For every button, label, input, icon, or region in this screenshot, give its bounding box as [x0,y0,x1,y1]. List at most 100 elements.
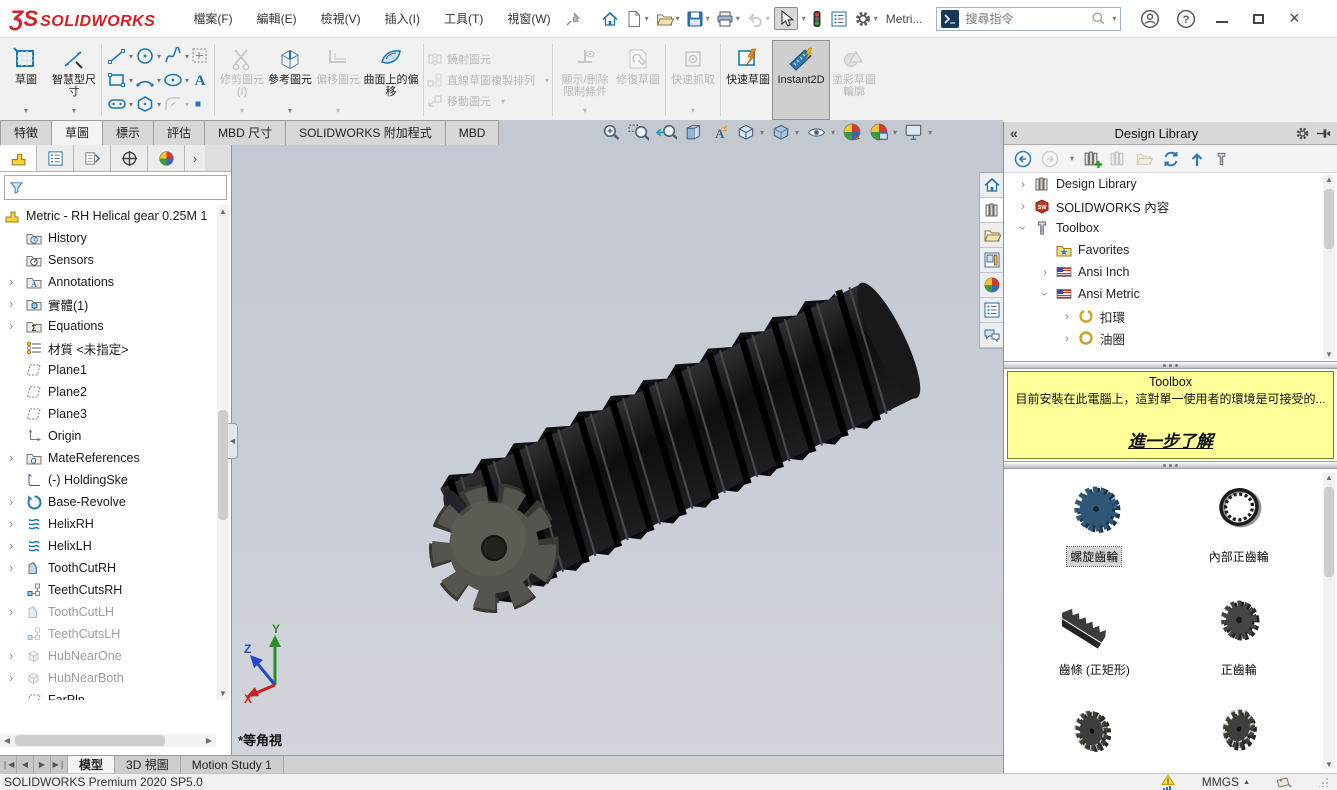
search-options-caret[interactable]: ▾ [1112,14,1116,23]
tree-root[interactable]: Metric - RH Helical gear 0.25M 1 [0,205,216,227]
zoom-to-area-icon[interactable] [628,123,649,142]
interference-traffic-light-icon[interactable] [808,7,826,31]
dl-item-o-rings[interactable]: › 油圈 [1004,327,1337,349]
toolbox-item-bevel-gear[interactable]: 直斜 (齒輪) [1022,701,1167,773]
view-orientation-icon[interactable]: ▾ [736,122,764,142]
menu-view[interactable]: 檢視(V) [311,4,371,33]
toolbox-item-spur-gear[interactable]: 正齒輪 [1167,588,1312,679]
expand-arrow-icon[interactable]: › [9,671,13,684]
tree-item-material[interactable]: 材質 <未指定> [0,337,216,359]
edit-appearance-icon[interactable] [842,122,862,142]
quick-snaps-button[interactable]: 快速抓取 ▾ [669,40,717,120]
prev-tab-icon[interactable]: ◀ [17,756,34,773]
tree-item-helixrh[interactable]: › HelixRH [0,513,216,535]
back-icon[interactable] [1014,150,1032,168]
last-tab-icon[interactable]: ▶❘ [51,756,68,773]
view-palette-icon[interactable] [980,248,1003,273]
part-tree-tab[interactable] [0,145,37,171]
first-tab-icon[interactable]: ❘◀ [0,756,17,773]
pane-settings-gear-icon[interactable] [1295,126,1310,141]
menu-window[interactable]: 視窗(W) [497,4,560,33]
expand-arrow-icon[interactable]: › [9,451,13,464]
expand-arrow-icon[interactable]: › [9,561,13,574]
toolbox-icon[interactable] [1214,151,1229,167]
tree-item-equations[interactable]: › Equations [0,315,216,337]
tab-evaluate[interactable]: 評估 [153,120,206,145]
collapse-pane-icon[interactable]: « [1010,125,1018,141]
pane-pin-icon[interactable] [1316,127,1331,140]
rapid-sketch-button[interactable]: 快速草圖 [724,40,772,120]
up-icon[interactable] [1189,150,1205,168]
appearances-icon[interactable] [980,273,1003,298]
thumbnails-scrollbar[interactable]: ▲ ▼ [1323,473,1335,769]
dl-item-toolbox[interactable]: › Toolbox [1004,217,1337,239]
tab-sketch[interactable]: 草圖 [51,120,104,145]
menu-file[interactable]: 檔案(F) [183,4,242,33]
search-icon[interactable] [1091,11,1106,26]
expand-arrow-icon[interactable]: › [9,517,13,530]
toolbox-item-internal-spur-gear[interactable]: 內部正齒輪 [1167,479,1312,566]
tree-item-teethcutsrh[interactable]: TeethCutsRH [0,579,216,601]
linear-sketch-pattern-button[interactable]: 直線草圖複製排列 ▾ [427,71,549,89]
dl-item-ansi-metric[interactable]: › Ansi Metric [1004,283,1337,305]
tree-item-farpln[interactable]: FarPln [0,689,216,700]
save-button[interactable]: ▾ [684,7,712,31]
forum-icon[interactable] [980,323,1003,348]
pane-splitter[interactable] [1004,461,1337,469]
command-search[interactable]: ▾ [936,6,1122,31]
property-manager-tab[interactable] [37,145,74,171]
expand-arrow-icon[interactable]: › [9,275,13,288]
scroll-up-icon[interactable]: ▲ [217,205,229,218]
tree-item-history[interactable]: History [0,227,216,249]
sketch-button[interactable]: 草圖 ▾ [2,40,50,120]
tree-item-plane3[interactable]: Plane3 [0,403,216,425]
unit-system-selector[interactable]: MMGS ▲ [1202,775,1250,789]
expand-arrow-icon[interactable]: › [9,539,13,552]
previous-view-icon[interactable] [656,123,677,142]
dl-tree-scrollbar[interactable]: ▲ ▼ [1323,175,1335,359]
convert-entities-button[interactable]: 參考圖元 ▾ [266,40,314,120]
tab-addins[interactable]: SOLIDWORKS 附加程式 [285,120,446,145]
learn-more-link[interactable]: 進一步了解 [1008,427,1333,452]
tree-item-helixlh[interactable]: › HelixLH [0,535,216,557]
refresh-icon[interactable] [1162,150,1180,168]
tree-item-toothcutlh[interactable]: › ToothCutLH [0,601,216,623]
tab-mbd[interactable]: MBD [444,120,500,145]
tree-item-origin[interactable]: Origin [0,425,216,447]
panel-collapse-handle[interactable]: ◀ [228,423,238,459]
menu-edit[interactable]: 編輯(E) [247,4,307,33]
move-entities-button[interactable]: 移動圖元 ▾ [427,92,549,110]
home-button[interactable] [599,7,621,31]
slot-tool[interactable]: ▾ [107,93,133,115]
tree-item-hubnearboth[interactable]: › HubNearBoth [0,667,216,689]
instant2d-button[interactable]: Instant2D [772,40,831,120]
expand-arrow-icon[interactable]: › [9,495,13,508]
text-tool[interactable]: A [191,69,209,91]
print-button[interactable]: ▾ [714,7,742,31]
offset-entities-button[interactable]: 偏移圖元 ▾ [314,40,362,120]
options-list-button[interactable] [828,7,850,31]
tree-item-plane1[interactable]: Plane1 [0,359,216,381]
trim-entities-button[interactable]: 修剪圖元(I) ▾ [218,40,266,120]
tree-item-annotations[interactable]: › Annotations [0,271,216,293]
spline-tool[interactable]: ▾ [163,45,189,67]
scroll-left-icon[interactable]: ◀ [0,734,14,747]
design-library-icon[interactable] [980,198,1003,223]
dimxpert-manager-tab[interactable] [111,145,148,171]
menu-insert[interactable]: 插入(I) [375,4,430,33]
dl-item-ansi-inch[interactable]: › Ansi Inch [1004,261,1337,283]
dl-item-retaining-rings[interactable]: › 扣環 [1004,305,1337,327]
tab-model[interactable]: 模型 [68,756,116,773]
select-tool-button[interactable] [773,7,798,30]
tags-icon[interactable] [1276,775,1293,790]
point-tool[interactable] [191,93,209,115]
expand-arrow-icon[interactable]: › [9,649,13,662]
custom-properties-icon[interactable] [980,298,1003,323]
graphics-area[interactable]: A ▾ ▾ ▾ ▾ ▾ Y Z X *等角視 [232,120,1003,755]
smart-dimension-button[interactable]: 智慧型尺寸 ▾ [50,40,98,120]
close-button[interactable]: × [1279,6,1309,32]
select-tool-caret[interactable]: ▾ [802,14,806,23]
pin-menu-icon[interactable] [565,11,581,27]
configuration-manager-tab[interactable] [74,145,111,171]
tree-item-sensors[interactable]: Sensors [0,249,216,271]
